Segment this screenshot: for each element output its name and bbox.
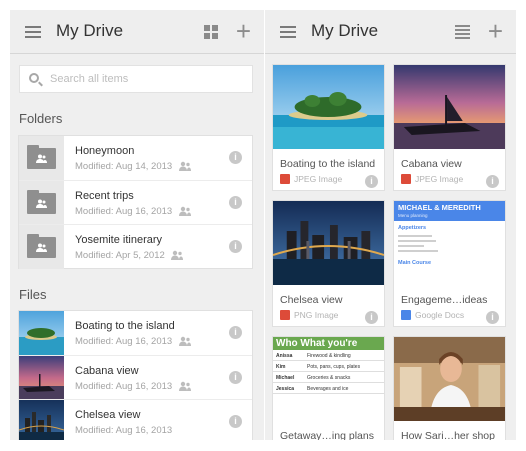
doc-main-course: Main Course [398, 260, 432, 266]
plus-icon[interactable]: + [236, 17, 251, 45]
tile-cabana[interactable]: Cabana view JPEG Image i [393, 64, 506, 191]
info-icon[interactable]: i [365, 175, 378, 188]
shop-owner-photo-thumbnail [394, 337, 505, 421]
folder-modified: Modified: Aug 16, 2013 [75, 206, 173, 217]
search-placeholder: Search all items [50, 73, 129, 85]
shared-folder-icon [27, 145, 56, 169]
search-icon [29, 73, 39, 83]
file-name: Chelsea view [75, 409, 141, 421]
tile-sari-shop[interactable]: How Sari…her shop [393, 336, 506, 440]
city-bridge-thumbnail [19, 400, 64, 440]
file-modified: Modified: Aug 16, 2013 [75, 381, 173, 392]
files-heading: Files [19, 287, 47, 302]
file-modified: Modified: Aug 16, 2013 [75, 425, 173, 436]
tile-name: Getaway…ing plans [280, 430, 374, 440]
folder-name: Honeymoon [75, 145, 135, 157]
folder-modified: Modified: Aug 14, 2013 [75, 161, 173, 172]
file-item-chelsea[interactable]: Chelsea view Modified: Aug 16, 2013 i [19, 399, 252, 440]
tile-name: Engageme…ideas [401, 294, 488, 306]
island-photo-thumbnail [273, 65, 384, 149]
folder-thumb [19, 225, 64, 269]
tile-engagement-ideas[interactable]: MICHAEL & MEREDITH Menu planning Appetiz… [393, 200, 506, 327]
folder-item-yosemite-itinerary[interactable]: Yosemite itinerary Modified: Apr 5, 2012… [19, 224, 252, 269]
tile-type: JPEG Image [280, 174, 342, 184]
tile-name: Chelsea view [280, 294, 343, 306]
info-icon[interactable]: i [365, 311, 378, 324]
grid-view-panel: My Drive + Boating to the island JPEG Im… [265, 10, 516, 440]
people-icon [179, 161, 191, 171]
sunset-boat-thumbnail [19, 356, 64, 400]
people-icon [179, 206, 191, 216]
document-preview: MICHAEL & MEREDITH Menu planning Appetiz… [394, 201, 505, 285]
folder-name: Recent trips [75, 190, 134, 202]
folders-heading: Folders [19, 111, 63, 126]
tile-type: JPEG Image [401, 174, 463, 184]
file-list: Boating to the island Modified: Aug 16, … [18, 310, 253, 440]
tile-type: PNG Image [280, 310, 338, 320]
tile-getaway-plans[interactable]: Who What you're Anissa Firewood & kindlin… [272, 336, 385, 440]
folder-name: Yosemite itinerary [75, 234, 163, 246]
people-icon [171, 250, 183, 260]
tile-type: Google Docs [401, 310, 464, 320]
file-item-boating[interactable]: Boating to the island Modified: Aug 16, … [19, 311, 252, 355]
image-file-icon [280, 174, 290, 184]
sheet-header: Who What you're [273, 337, 384, 350]
image-file-icon [280, 310, 290, 320]
shared-folder-icon [27, 234, 56, 258]
folder-item-honeymoon[interactable]: Honeymoon Modified: Aug 14, 2013 i [19, 136, 252, 180]
grid-view-icon[interactable] [204, 25, 218, 39]
folder-item-recent-trips[interactable]: Recent trips Modified: Aug 16, 2013 i [19, 180, 252, 225]
page-title: My Drive [56, 21, 124, 40]
info-icon[interactable]: i [229, 196, 242, 209]
tile-name: Cabana view [401, 158, 462, 170]
info-icon[interactable]: i [229, 415, 242, 428]
info-icon[interactable]: i [229, 240, 242, 253]
tile-name: Boating to the island [280, 158, 376, 170]
file-item-cabana[interactable]: Cabana view Modified: Aug 16, 2013 i [19, 355, 252, 400]
tile-chelsea[interactable]: Chelsea view PNG Image i [272, 200, 385, 327]
folder-thumb [19, 181, 64, 225]
sunset-boat-thumbnail [394, 65, 505, 149]
app-bar: My Drive + [10, 10, 264, 54]
google-docs-icon [401, 310, 411, 320]
people-icon [179, 381, 191, 391]
city-bridge-thumbnail [273, 201, 384, 285]
folder-list: Honeymoon Modified: Aug 14, 2013 i Recen… [18, 135, 253, 269]
people-icon [179, 336, 191, 346]
menu-icon[interactable] [25, 26, 41, 38]
info-icon[interactable]: i [229, 371, 242, 384]
tile-boating[interactable]: Boating to the island JPEG Image i [272, 64, 385, 191]
folder-modified: Modified: Apr 5, 2012 [75, 250, 165, 261]
doc-subheading: Menu planning [394, 213, 505, 221]
info-icon[interactable]: i [229, 151, 242, 164]
info-icon[interactable]: i [229, 326, 242, 339]
doc-appetizers: Appetizers [398, 225, 427, 231]
search-input[interactable]: Search all items [19, 65, 253, 93]
info-icon[interactable]: i [486, 175, 499, 188]
image-file-icon [401, 174, 411, 184]
file-name: Boating to the island [75, 320, 175, 332]
plus-icon[interactable]: + [488, 17, 503, 45]
list-view-panel: My Drive + Search all items Folders Hone… [10, 10, 264, 440]
list-view-icon[interactable] [455, 25, 470, 39]
doc-heading: MICHAEL & MEREDITH [394, 201, 505, 213]
file-name: Cabana view [75, 365, 139, 377]
page-title: My Drive [311, 21, 379, 40]
shared-folder-icon [27, 190, 56, 214]
island-photo-thumbnail [19, 311, 64, 355]
file-modified: Modified: Aug 16, 2013 [75, 336, 173, 347]
app-bar: My Drive + [265, 10, 516, 54]
menu-icon[interactable] [280, 26, 296, 38]
folder-thumb [19, 136, 64, 180]
info-icon[interactable]: i [486, 311, 499, 324]
spreadsheet-preview: Who What you're Anissa Firewood & kindlin… [273, 337, 384, 421]
tile-name: How Sari…her shop [401, 430, 495, 440]
